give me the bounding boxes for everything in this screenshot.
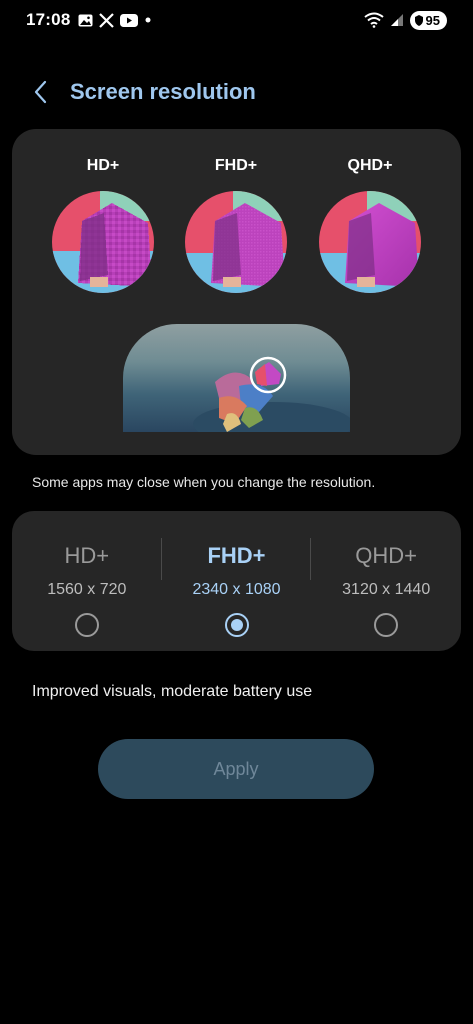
preview-label-qhd: QHD+ [347,157,393,174]
page-title: Screen resolution [70,79,256,104]
status-bar: 17:08 95 [0,0,473,40]
option-fhd[interactable]: FHD+ 2340 x 1080 [162,511,312,651]
option-dims-qhd: 3120 x 1440 [342,581,431,598]
wallpaper-preview [123,324,350,432]
apply-button[interactable]: Apply [98,739,374,799]
option-name-hd: HD+ [64,543,110,568]
dot-icon [144,16,152,24]
info-text: Some apps may close when you change the … [32,474,376,490]
gallery-icon [78,14,93,27]
option-name-qhd: QHD+ [355,543,418,568]
resolution-preview-card: HD+ FHD+ QHD+ [12,129,461,455]
x-icon [99,12,115,28]
preview-zoom-qhd [319,191,421,293]
preview-hd: HD+ [51,157,155,293]
back-button[interactable] [20,72,60,112]
signal-icon [390,13,404,27]
option-description: Improved visuals, moderate battery use [32,683,313,700]
youtube-icon [120,13,139,27]
preview-zoom-hd [52,191,154,293]
system-icons: 95 [363,10,447,30]
radio-fhd[interactable] [224,613,249,637]
battery-icon: 95 [409,10,447,30]
option-dims-hd: 1560 x 720 [47,581,127,598]
preview-label-hd: HD+ [86,157,120,174]
chevron-left-icon [34,80,47,104]
resolution-options: HD+ 1560 x 720 FHD+ 2340 x 1080 QHD+ 312… [12,511,461,651]
option-name-fhd: FHD+ [207,543,266,568]
preview-qhd: QHD+ [318,157,422,293]
radio-qhd[interactable] [374,613,399,637]
option-dims-fhd: 2340 x 1080 [192,581,281,598]
notification-icons [78,12,152,28]
preview-zoom-fhd [185,191,287,293]
option-qhd[interactable]: QHD+ 3120 x 1440 [311,511,461,651]
radio-hd[interactable] [74,613,99,637]
status-time: 17:08 [26,10,71,29]
header: Screen resolution [20,72,256,112]
battery-level: 95 [425,12,440,28]
option-hd[interactable]: HD+ 1560 x 720 [12,511,162,651]
screen: 17:08 95 Screen resolution HD+ FHD+ QHD+… [0,0,473,1024]
preview-fhd: FHD+ [184,157,288,293]
preview-label-fhd: FHD+ [214,157,258,174]
wifi-icon [363,12,384,28]
